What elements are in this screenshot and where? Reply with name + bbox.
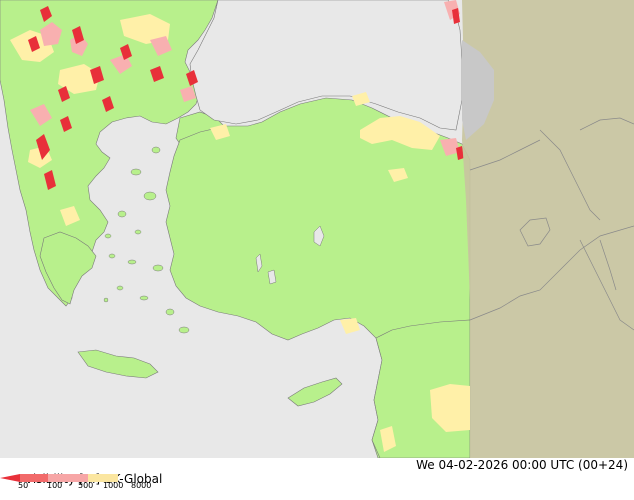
legend-tick-50: 50 <box>18 481 29 490</box>
legend-tick-500: 500 <box>78 481 94 490</box>
valid-datetime: We 04-02-2026 00:00 UTC (00+24) <box>416 458 628 472</box>
visibility-legend: 50 100 500 1000 8000 <box>0 473 170 490</box>
legend-tick-100: 100 <box>47 481 63 490</box>
map-footer: Visibility [m] UK-Global We 04-02-2026 0… <box>0 458 634 490</box>
legend-tick-1000: 1000 <box>103 481 124 490</box>
visibility-map <box>0 0 634 458</box>
map-frame: Visibility [m] UK-Global We 04-02-2026 0… <box>0 0 634 490</box>
legend-tick-8000: 8000 <box>131 481 152 490</box>
